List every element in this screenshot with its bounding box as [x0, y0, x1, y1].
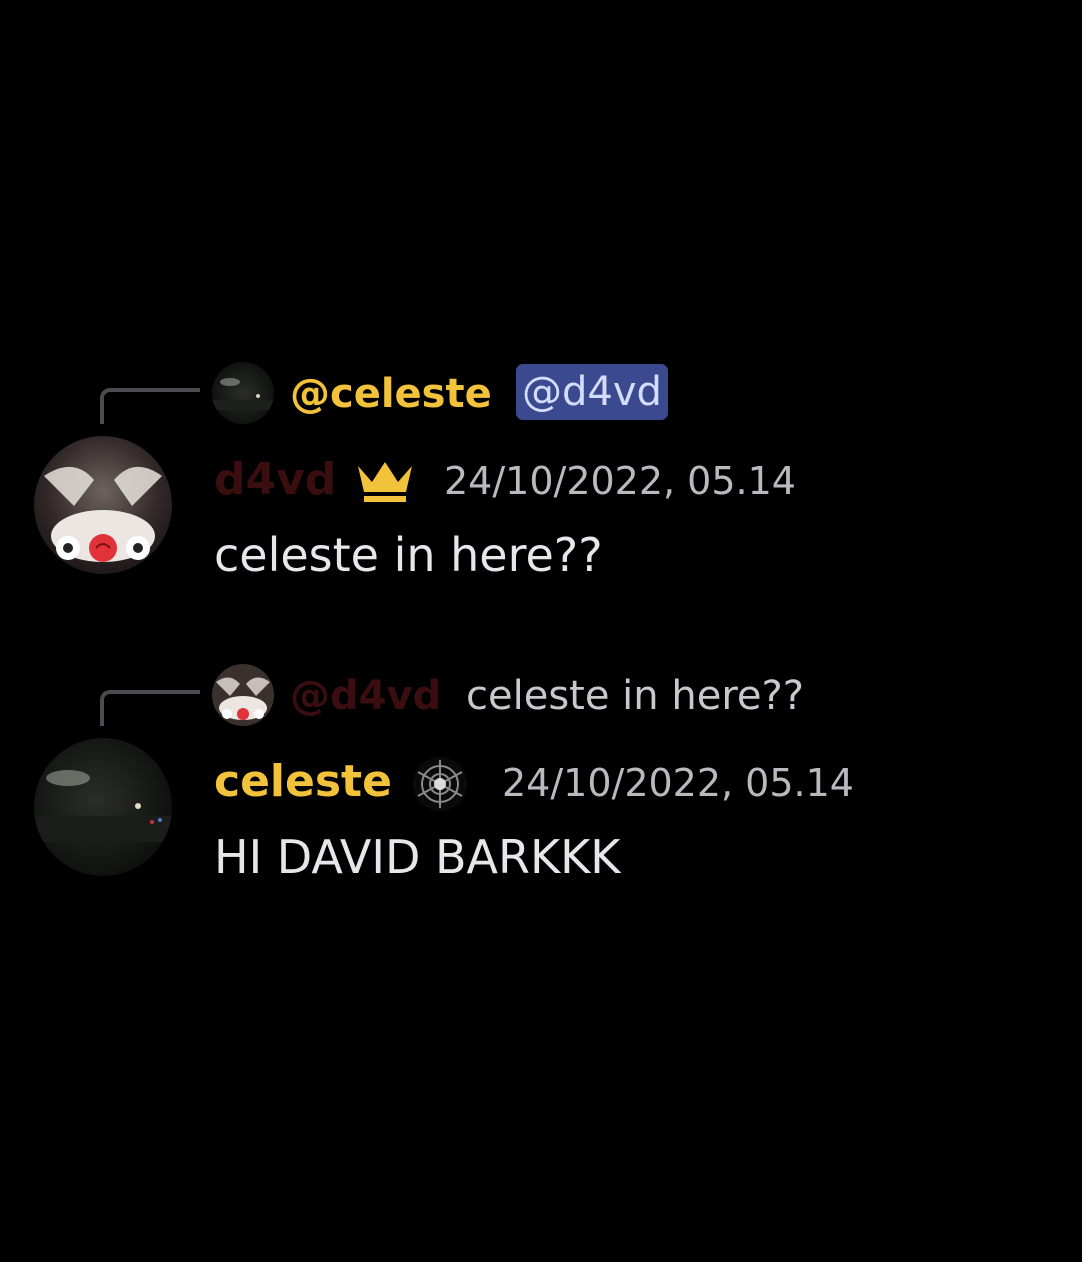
message-content: celeste in here??: [214, 528, 603, 582]
mention-chip[interactable]: @d4vd: [516, 364, 668, 420]
author-name[interactable]: d4vd: [214, 452, 336, 508]
message-content: HI DAVID BARKKK: [214, 830, 621, 884]
reply-connector: [100, 690, 200, 726]
author-name[interactable]: celeste: [214, 754, 392, 810]
reply-author[interactable]: @d4vd: [290, 672, 441, 720]
avatar-celeste[interactable]: [34, 738, 172, 876]
reply-avatar-celeste[interactable]: [212, 362, 274, 424]
spider-badge-icon: [413, 757, 467, 811]
crown-icon: [358, 462, 412, 502]
reply-author[interactable]: @celeste: [290, 370, 492, 418]
message-timestamp: 24/10/2022, 05.14: [444, 459, 796, 503]
night-road-avatar-icon: [212, 362, 274, 424]
reply-preview-text[interactable]: celeste in here??: [466, 672, 804, 720]
avatar-d4vd[interactable]: [34, 436, 172, 574]
night-road-avatar-icon: [34, 738, 172, 876]
cat-avatar-icon: [34, 436, 172, 574]
reply-avatar-d4vd[interactable]: [212, 664, 274, 726]
message-timestamp: 24/10/2022, 05.14: [502, 761, 854, 805]
cat-avatar-icon: [212, 664, 274, 726]
reply-connector: [100, 388, 200, 424]
